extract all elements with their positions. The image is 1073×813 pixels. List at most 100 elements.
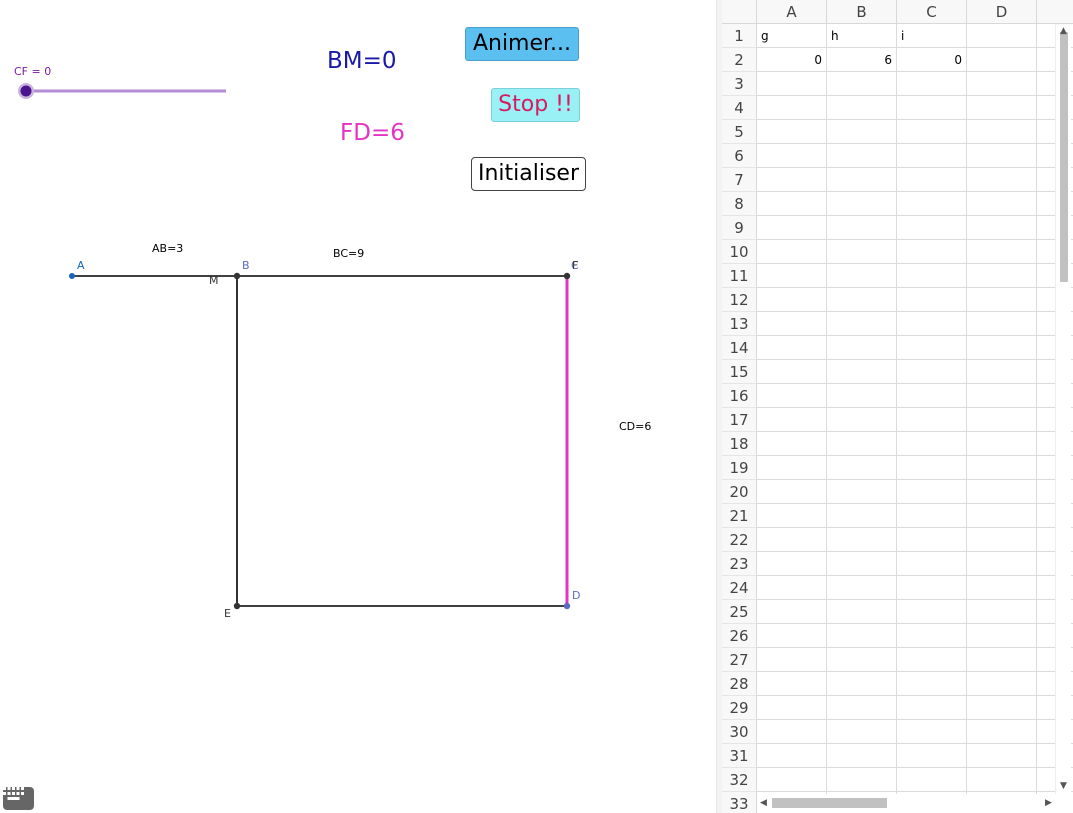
row-header-21[interactable]: 21	[722, 504, 757, 528]
cell-c7[interactable]	[897, 168, 967, 192]
cell-c21[interactable]	[897, 504, 967, 528]
cell-d11[interactable]	[967, 264, 1037, 288]
row-header-31[interactable]: 31	[722, 744, 757, 768]
cell-a7[interactable]	[757, 168, 827, 192]
cell-d16[interactable]	[967, 384, 1037, 408]
cell-b32[interactable]	[827, 768, 897, 792]
cell-c15[interactable]	[897, 360, 967, 384]
cell-c9[interactable]	[897, 216, 967, 240]
cell-d4[interactable]	[967, 96, 1037, 120]
cell-d15[interactable]	[967, 360, 1037, 384]
vertical-scrollbar[interactable]: ▲ ▼	[1055, 24, 1071, 794]
row-header-13[interactable]: 13	[722, 312, 757, 336]
cell-b11[interactable]	[827, 264, 897, 288]
cell-a10[interactable]	[757, 240, 827, 264]
cell-a18[interactable]	[757, 432, 827, 456]
cell-c11[interactable]	[897, 264, 967, 288]
cell-a2[interactable]: 0	[757, 48, 827, 72]
cell-a32[interactable]	[757, 768, 827, 792]
cell-a21[interactable]	[757, 504, 827, 528]
column-header-c[interactable]: C	[897, 0, 967, 24]
cell-c14[interactable]	[897, 336, 967, 360]
cell-d19[interactable]	[967, 456, 1037, 480]
row-header-9[interactable]: 9	[722, 216, 757, 240]
cell-b25[interactable]	[827, 600, 897, 624]
horizontal-scroll-thumb[interactable]	[772, 798, 887, 808]
row-header-30[interactable]: 30	[722, 720, 757, 744]
row-header-2[interactable]: 2	[722, 48, 757, 72]
row-header-1[interactable]: 1	[722, 24, 757, 48]
cell-b23[interactable]	[827, 552, 897, 576]
row-header-7[interactable]: 7	[722, 168, 757, 192]
column-header-d[interactable]: D	[967, 0, 1037, 24]
cell-c12[interactable]	[897, 288, 967, 312]
cell-a31[interactable]	[757, 744, 827, 768]
cell-c32[interactable]	[897, 768, 967, 792]
cell-b6[interactable]	[827, 144, 897, 168]
graphics-view[interactable]: CF = 0 BM=0 FD=6 AB=3 BC=9 CD=6 A B M C …	[0, 0, 716, 813]
cell-b27[interactable]	[827, 648, 897, 672]
row-header-27[interactable]: 27	[722, 648, 757, 672]
cell-a13[interactable]	[757, 312, 827, 336]
cell-a4[interactable]	[757, 96, 827, 120]
cell-d20[interactable]	[967, 480, 1037, 504]
cell-a6[interactable]	[757, 144, 827, 168]
cell-a15[interactable]	[757, 360, 827, 384]
cell-d25[interactable]	[967, 600, 1037, 624]
cell-b4[interactable]	[827, 96, 897, 120]
row-header-26[interactable]: 26	[722, 624, 757, 648]
arrow-left-icon[interactable]: ◀	[760, 799, 767, 808]
cell-a28[interactable]	[757, 672, 827, 696]
reset-button[interactable]: Initialiser	[471, 157, 586, 191]
cell-d30[interactable]	[967, 720, 1037, 744]
row-header-28[interactable]: 28	[722, 672, 757, 696]
keyboard-button[interactable]	[3, 787, 34, 810]
cell-d24[interactable]	[967, 576, 1037, 600]
cell-a3[interactable]	[757, 72, 827, 96]
cell-a20[interactable]	[757, 480, 827, 504]
cell-b30[interactable]	[827, 720, 897, 744]
row-header-22[interactable]: 22	[722, 528, 757, 552]
cell-d32[interactable]	[967, 768, 1037, 792]
row-header-29[interactable]: 29	[722, 696, 757, 720]
cell-c5[interactable]	[897, 120, 967, 144]
row-header-19[interactable]: 19	[722, 456, 757, 480]
cell-b18[interactable]	[827, 432, 897, 456]
cell-c19[interactable]	[897, 456, 967, 480]
cell-d3[interactable]	[967, 72, 1037, 96]
cell-a19[interactable]	[757, 456, 827, 480]
row-header-32[interactable]: 32	[722, 768, 757, 792]
cell-c29[interactable]	[897, 696, 967, 720]
cell-b5[interactable]	[827, 120, 897, 144]
cell-a25[interactable]	[757, 600, 827, 624]
cell-b22[interactable]	[827, 528, 897, 552]
vertical-scroll-thumb[interactable]	[1060, 32, 1068, 282]
cell-c28[interactable]	[897, 672, 967, 696]
corner-header[interactable]	[722, 0, 757, 24]
cell-a16[interactable]	[757, 384, 827, 408]
point-b[interactable]	[233, 272, 241, 280]
cell-c26[interactable]	[897, 624, 967, 648]
cell-b1[interactable]: h	[827, 24, 897, 48]
cell-c6[interactable]	[897, 144, 967, 168]
row-header-33[interactable]: 33	[722, 792, 757, 813]
cell-b20[interactable]	[827, 480, 897, 504]
cell-a30[interactable]	[757, 720, 827, 744]
cell-d9[interactable]	[967, 216, 1037, 240]
cell-a23[interactable]	[757, 552, 827, 576]
cell-b7[interactable]	[827, 168, 897, 192]
cell-a5[interactable]	[757, 120, 827, 144]
cell-c8[interactable]	[897, 192, 967, 216]
point-e[interactable]	[233, 602, 241, 610]
cell-b9[interactable]	[827, 216, 897, 240]
arrow-down-icon[interactable]: ▼	[1060, 782, 1067, 791]
cell-c16[interactable]	[897, 384, 967, 408]
slider-handle[interactable]	[20, 85, 32, 97]
cell-b3[interactable]	[827, 72, 897, 96]
cell-d13[interactable]	[967, 312, 1037, 336]
cell-c10[interactable]	[897, 240, 967, 264]
row-header-10[interactable]: 10	[722, 240, 757, 264]
cell-a9[interactable]	[757, 216, 827, 240]
row-header-24[interactable]: 24	[722, 576, 757, 600]
horizontal-scrollbar[interactable]: ◀ ▶	[757, 794, 1055, 813]
